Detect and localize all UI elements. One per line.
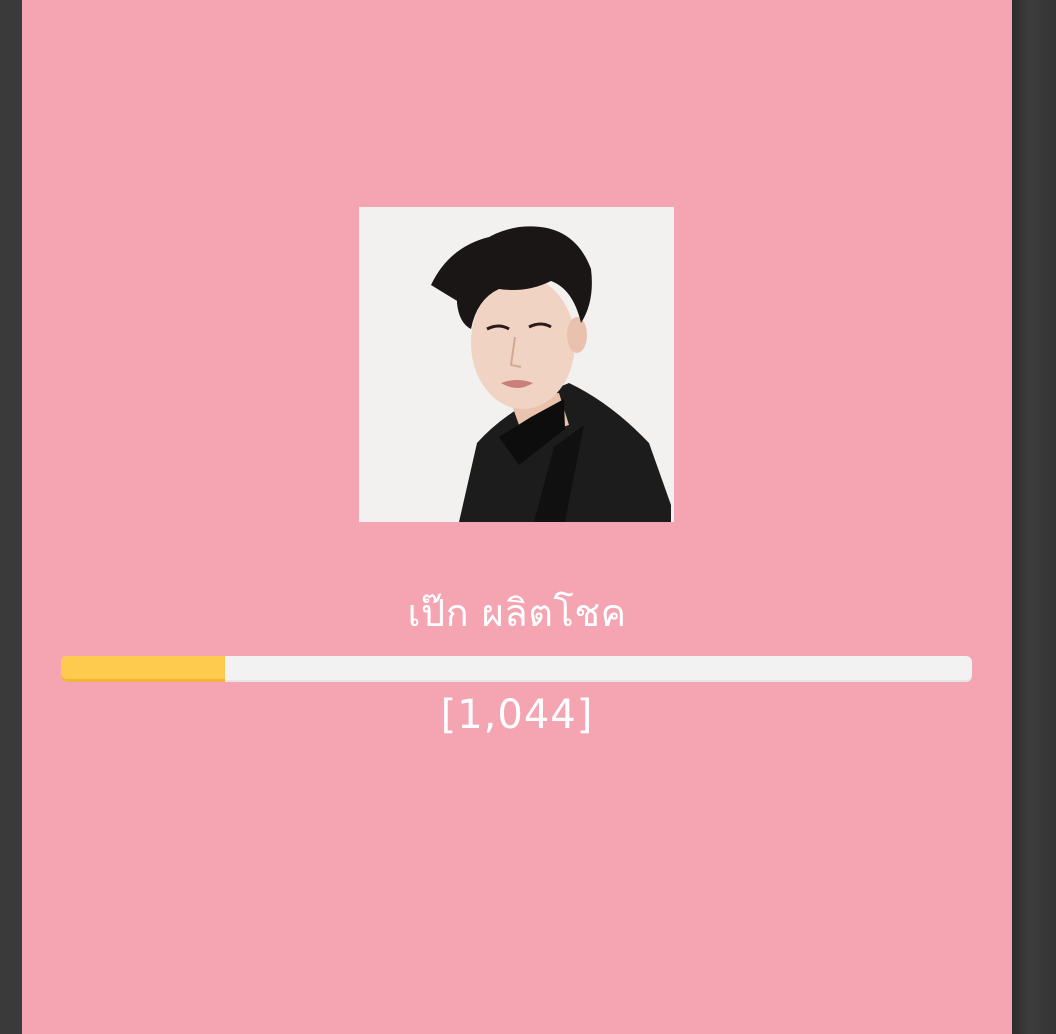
vote-count: [1,044] [440,692,594,738]
vote-progress-bar [61,656,972,682]
portrait-photo-icon [359,207,674,522]
candidate-card[interactable]: เป๊ก ผลิตโชค [1,044] [22,0,1012,1034]
app-frame: เป๊ก ผลิตโชค [1,044] [0,0,1056,1034]
vote-progress-fill [61,656,225,682]
candidate-name: เป๊ก ผลิตโชค [407,591,627,635]
window-edge [1012,0,1056,1034]
candidate-photo [359,207,674,522]
